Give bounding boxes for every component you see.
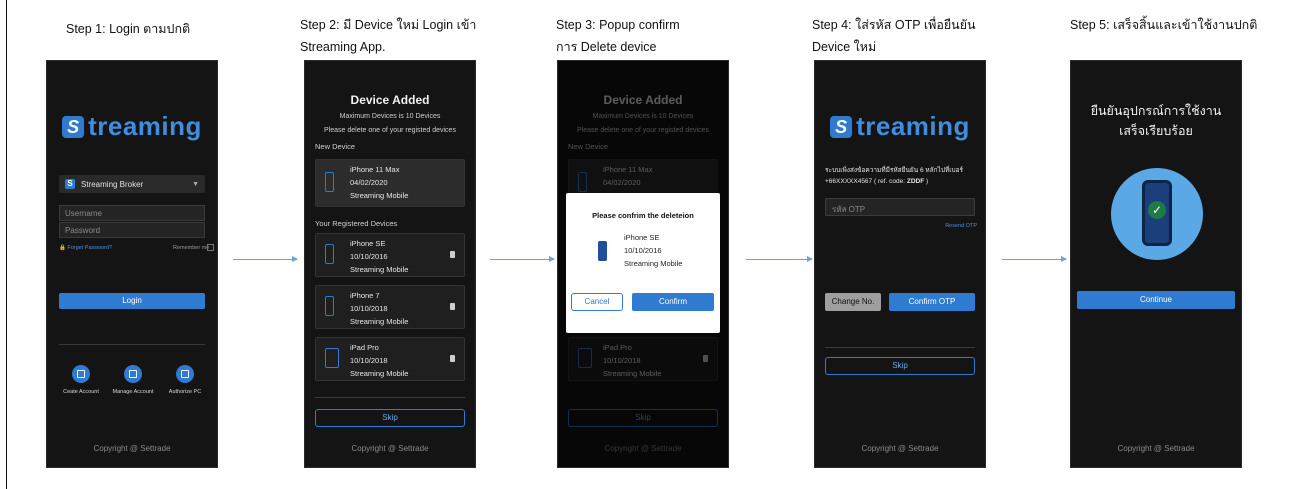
resend-otp-link[interactable]: Resend OTP (945, 223, 977, 229)
password-input[interactable]: Password (59, 222, 205, 238)
device-name: iPad Pro (350, 343, 379, 352)
registered-device-card: iPhone 7 10/10/2018 Streaming Mobile (315, 285, 465, 329)
otp-divider (825, 347, 975, 348)
new-device-name: iPhone 11 Max (350, 165, 400, 174)
username-input[interactable]: Username (59, 205, 205, 221)
popup-device-date: 10/10/2016 (624, 246, 662, 255)
screen-delete-popup: Device Added Maximum Devices is 10 Devic… (557, 60, 729, 468)
screen-device-added: Device Added Maximum Devices is 10 Devic… (304, 60, 476, 468)
logo-text: treaming (88, 111, 202, 141)
screen-otp: S treaming ระบบเพิ่งส่งข้อความที่มีรหัสย… (814, 60, 986, 468)
logo-text: treaming (856, 111, 970, 141)
tablet-icon (325, 348, 339, 368)
step3-caption: Step 3: Popup confirm การ Delete device (556, 18, 680, 54)
chevron-down-icon: ▼ (192, 180, 199, 188)
device-date: 10/10/2018 (350, 304, 388, 313)
trash-icon[interactable] (450, 355, 455, 362)
otp-ref-code: ZDDF (906, 178, 925, 185)
authorize-pc-label: Authorize PC (168, 389, 202, 395)
device-app: Streaming Mobile (350, 369, 409, 378)
broker-select-value: Streaming Broker (81, 179, 144, 189)
flow-arrow-3 (746, 256, 813, 262)
phone-icon (325, 244, 334, 264)
max-devices-text: Maximum Devices is 10 Devices (339, 113, 441, 120)
success-line1: ยืนยันอุปกรณ์การใช้งาน (1090, 104, 1222, 118)
skip-button[interactable]: Skip (315, 409, 465, 427)
otp-message-suffix: ) (924, 178, 929, 185)
phone-icon (325, 296, 334, 316)
step1-caption: Step 1: Login ตามปกติ (66, 22, 191, 36)
flow-arrow-2 (490, 256, 555, 262)
continue-button[interactable]: Continue (1077, 291, 1235, 309)
device-divider (315, 397, 465, 398)
device-added-title: Device Added (350, 93, 430, 107)
manage-account-label: Manage Account (112, 389, 154, 395)
login-divider (59, 344, 205, 345)
otp-input[interactable]: รหัส OTP (825, 198, 975, 216)
popup-device-app: Streaming Mobile (624, 259, 683, 268)
copyright-text: Copyright @ Settrade (861, 444, 939, 453)
logo-mark: S (830, 115, 853, 138)
popup-device-name: iPhone SE (624, 233, 660, 242)
device-name: iPhone SE (350, 239, 386, 248)
registered-devices-label: Your Registered Devices (315, 219, 398, 228)
device-app: Streaming Mobile (350, 265, 409, 274)
step4-caption: Step 4: ใส่รหัส OTP เพื่อยืนยัน Device ใ… (812, 18, 976, 54)
remember-me-label: Remember me (173, 245, 210, 251)
login-button[interactable]: Login (59, 293, 205, 309)
trash-icon[interactable] (450, 251, 455, 258)
new-device-date: 04/02/2020 (350, 178, 388, 187)
authorize-pc-action[interactable]: Authorize PC (157, 365, 213, 395)
delete-instruction-text: Please delete one of your registed devic… (324, 127, 456, 134)
success-line2: เสร็จเรียบร้อย (1119, 124, 1193, 138)
list-icon (129, 370, 137, 378)
flow-arrow-4 (1002, 256, 1067, 262)
new-device-card: iPhone 11 Max 04/02/2020 Streaming Mobil… (315, 159, 465, 207)
new-device-label: New Device (315, 142, 356, 151)
new-device-app: Streaming Mobile (350, 191, 409, 200)
create-account-label: Ceate Account (63, 389, 99, 395)
popup-title: Please confrim the deleteion (592, 211, 694, 220)
step2-caption: Step 2: มี Device ใหม่ Login เข้า Stream… (300, 18, 477, 54)
manage-account-action[interactable]: Manage Account (105, 365, 161, 395)
confirm-otp-button[interactable]: Confirm OTP (889, 293, 975, 311)
otp-message-phone: +66XXXXX4567 ( ref. code: (825, 178, 907, 185)
delete-confirm-popup: Please confrim the deleteion iPhone SE 1… (566, 193, 720, 333)
phone-icon (598, 241, 607, 261)
broker-icon: S (65, 179, 75, 189)
device-name: iPhone 7 (350, 291, 380, 300)
copyright-text: Copyright @ Settrade (93, 444, 171, 453)
otp-message: ระบบเพิ่งส่งข้อความที่มีรหัสยืนยัน 6 หลั… (825, 165, 977, 187)
left-border-line (6, 0, 7, 489)
copyright-text: Copyright @ Settrade (351, 444, 429, 453)
create-account-action[interactable]: Ceate Account (53, 365, 109, 395)
confirm-button[interactable]: Confirm (632, 293, 714, 311)
trash-icon[interactable] (450, 303, 455, 310)
account-icon (77, 370, 85, 378)
skip-button[interactable]: Skip (825, 357, 975, 375)
broker-select[interactable]: S Streaming Broker ▼ (59, 175, 205, 193)
streaming-logo: S treaming (47, 111, 217, 142)
screen-login: S treaming S Streaming Broker ▼ Username… (46, 60, 218, 468)
device-app: Streaming Mobile (350, 317, 409, 326)
device-date: 10/10/2018 (350, 356, 388, 365)
cancel-button[interactable]: Cancel (571, 293, 623, 311)
forget-password-link[interactable]: 🔒 Forget Password? (59, 245, 112, 251)
change-number-button[interactable]: Change No. (825, 293, 881, 311)
step5-caption: Step 5: เสร็จสิ้นและเข้าใช้งานปกติ (1070, 18, 1258, 32)
checkmark-icon: ✓ (1148, 201, 1166, 219)
otp-message-line1: ระบบเพิ่งส่งข้อความที่มีรหัสยืนยัน 6 หลั… (825, 167, 964, 174)
logo-mark: S (62, 115, 85, 138)
device-date: 10/10/2016 (350, 252, 388, 261)
phone-icon (325, 172, 334, 192)
streaming-logo: S treaming (815, 111, 985, 142)
copyright-text: Copyright @ Settrade (1117, 444, 1195, 453)
registered-device-card: iPad Pro 10/10/2018 Streaming Mobile (315, 337, 465, 381)
flow-arrow-1 (233, 256, 298, 262)
screen-success: ยืนยันอุปกรณ์การใช้งาน เสร็จเรียบร้อย ✓ … (1070, 60, 1242, 468)
remember-me-checkbox[interactable] (207, 244, 214, 251)
registered-device-card: iPhone SE 10/10/2016 Streaming Mobile (315, 233, 465, 277)
monitor-icon (181, 370, 189, 378)
